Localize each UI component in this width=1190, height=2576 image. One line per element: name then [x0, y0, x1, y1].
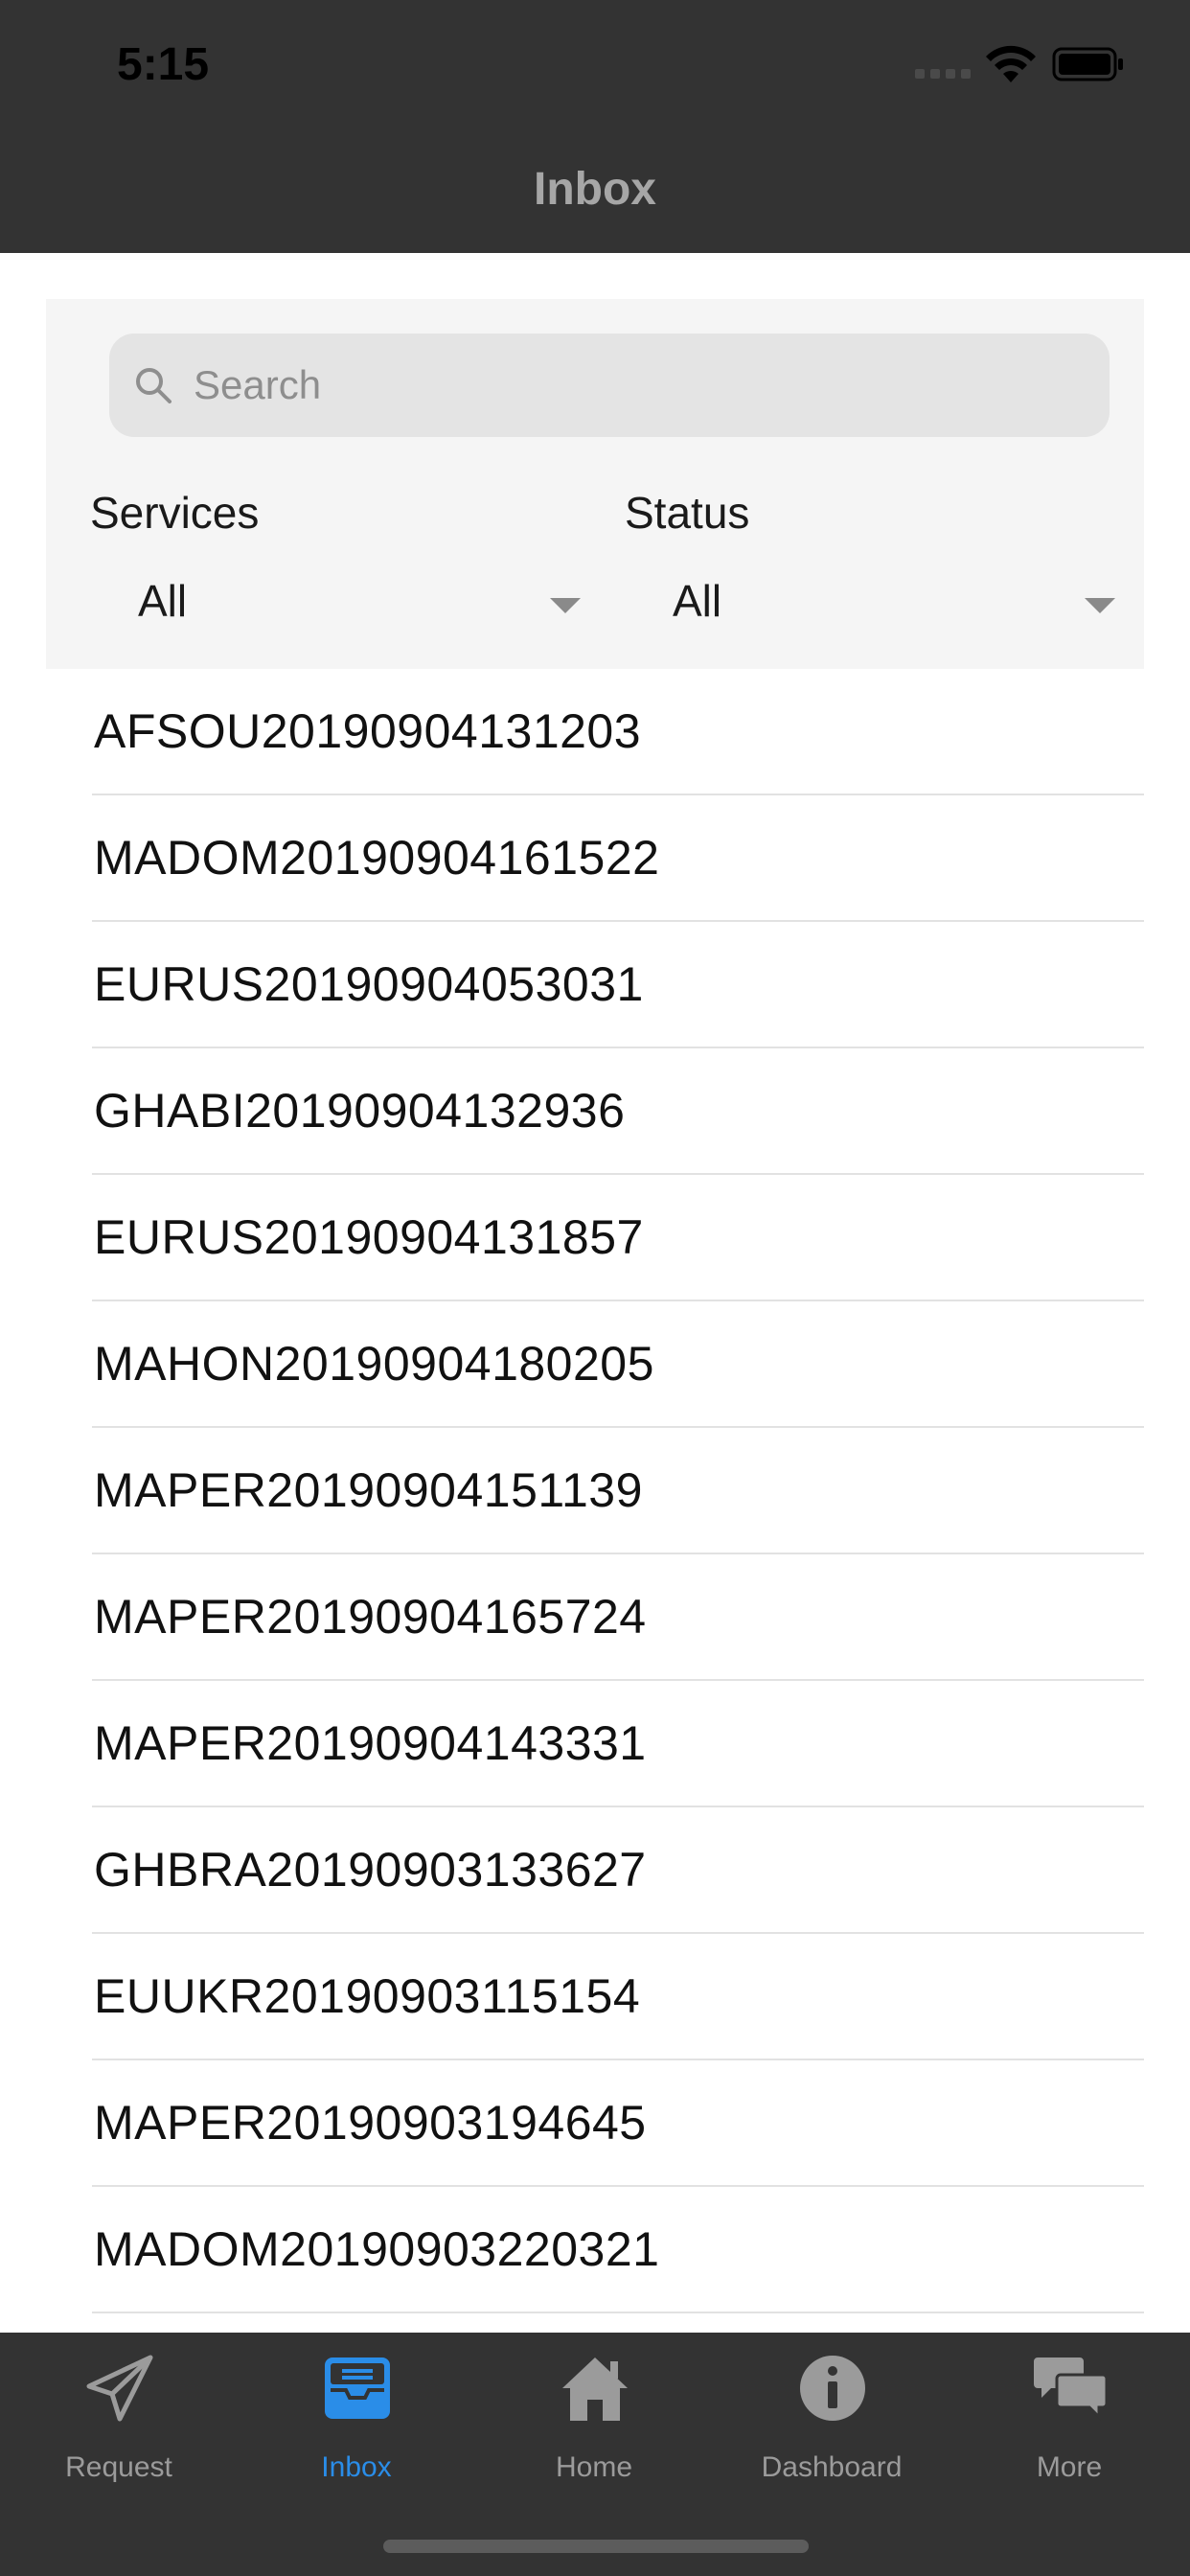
tab-dashboard[interactable]: Dashboard	[713, 2352, 950, 2496]
search-bar[interactable]	[109, 334, 1110, 437]
list-item[interactable]: GHBRA20190903133627	[92, 1807, 1144, 1934]
services-label: Services	[90, 488, 260, 538]
list-item-label: MAPER20190904151139	[94, 1463, 643, 1517]
tab-home[interactable]: Home	[475, 2352, 713, 2496]
list-item[interactable]: MAPER20190903194645	[92, 2060, 1144, 2187]
list-item[interactable]: MADOM20190904161522	[92, 795, 1144, 922]
services-dropdown[interactable]: All	[138, 556, 630, 644]
inbox-tray-icon	[325, 2358, 390, 2419]
info-circle-icon	[800, 2356, 865, 2421]
tab-label: Inbox	[321, 2451, 392, 2483]
list-item-label: MAHON20190904180205	[94, 1337, 654, 1391]
list-item[interactable]: EURUS20190904053031	[92, 922, 1144, 1048]
list-item-label: MAPER20190904165724	[94, 1590, 647, 1644]
list-item-label: EURUS20190904131857	[94, 1210, 644, 1264]
home-indicator	[383, 2540, 809, 2553]
list-item-label: GHABI20190904132936	[94, 1084, 626, 1138]
house-icon	[562, 2358, 628, 2421]
tab-request[interactable]: Request	[0, 2352, 238, 2496]
list-item-label: MADOM20190903220321	[94, 2222, 660, 2276]
list-item-label: MAPER20190904143331	[94, 1716, 647, 1770]
list-item[interactable]: MAPER20190904143331	[92, 1681, 1144, 1807]
list-item-label: MAPER20190903194645	[94, 2096, 647, 2150]
chevron-down-icon	[1085, 598, 1115, 613]
list-item[interactable]: MAHON20190904180205	[92, 1301, 1144, 1428]
search-icon	[136, 368, 172, 403]
page-title: Inbox	[534, 164, 656, 215]
wifi-icon	[986, 45, 1036, 82]
list-item-label: EUUKR20190903115154	[94, 1969, 641, 2023]
paper-plane-icon	[86, 2355, 153, 2422]
filter-panel: Services Status All All	[46, 299, 1144, 669]
status-time: 5:15	[117, 39, 210, 90]
services-dropdown-value: All	[138, 576, 188, 626]
status-bar: 5:15	[0, 0, 1190, 134]
status-label: Status	[625, 488, 750, 538]
list-item-label: GHBRA20190903133627	[94, 1843, 647, 1897]
tab-label: Request	[65, 2451, 172, 2483]
tab-label: Home	[555, 2451, 633, 2483]
list-item[interactable]: MAPER20190904151139	[92, 1428, 1144, 1554]
search-input[interactable]	[194, 334, 1075, 437]
tab-label: More	[1036, 2451, 1103, 2483]
list-item[interactable]: EURUS20190904131857	[92, 1175, 1144, 1301]
status-dropdown[interactable]: All	[673, 556, 1165, 644]
inbox-list: AFSOU20190904131203 MADOM20190904161522 …	[0, 669, 1190, 2313]
inbox-screen: 5:15 Inbox Services	[0, 0, 1190, 2576]
list-item[interactable]: AFSOU20190904131203	[92, 669, 1144, 795]
chevron-down-icon	[550, 598, 581, 613]
status-dropdown-value: All	[673, 576, 722, 626]
tab-more[interactable]: More	[950, 2352, 1188, 2496]
list-item-label: AFSOU20190904131203	[94, 704, 642, 758]
list-item[interactable]: MADOM20190903220321	[92, 2187, 1144, 2313]
list-item[interactable]: EUUKR20190903115154	[92, 1934, 1144, 2060]
tab-inbox[interactable]: Inbox	[238, 2352, 475, 2496]
cellular-signal-icon	[915, 69, 971, 80]
chat-bubbles-icon	[1034, 2358, 1107, 2421]
list-item[interactable]: GHABI20190904132936	[92, 1048, 1144, 1175]
header: 5:15 Inbox	[0, 0, 1190, 253]
list-item-label: EURUS20190904053031	[94, 957, 644, 1011]
tab-label: Dashboard	[761, 2451, 903, 2483]
battery-icon	[1052, 47, 1123, 81]
list-item[interactable]: MAPER20190904165724	[92, 1554, 1144, 1681]
list-item-label: MADOM20190904161522	[94, 831, 660, 885]
